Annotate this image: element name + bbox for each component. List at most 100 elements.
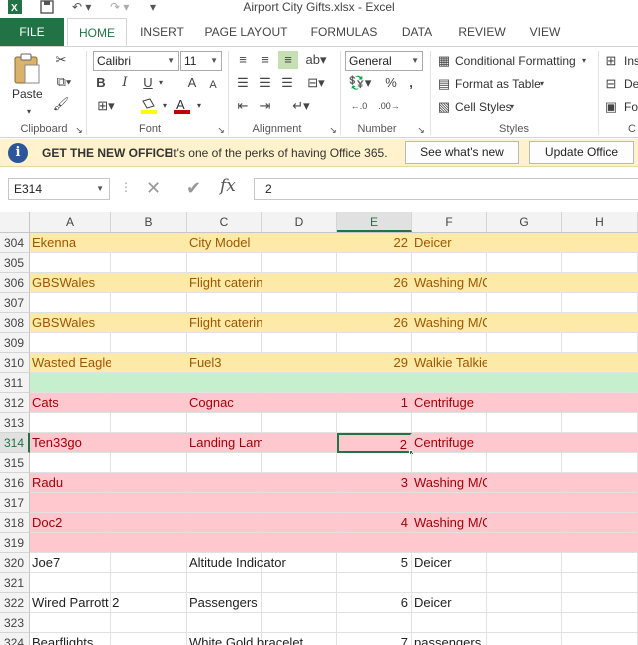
cell-a[interactable]: Joe7: [30, 553, 111, 573]
accounting-format-icon[interactable]: 💱▾: [346, 74, 374, 92]
cell-h[interactable]: [562, 433, 638, 453]
format-as-table-button[interactable]: ▤ Format as Table ▾: [436, 75, 566, 95]
cell-d[interactable]: [262, 313, 337, 333]
bottom-align-icon[interactable]: ≡: [278, 51, 298, 69]
font-color-dropdown-icon[interactable]: ▾: [194, 97, 204, 115]
row-header[interactable]: 319: [0, 533, 30, 553]
cell-d[interactable]: [262, 573, 337, 593]
row-header[interactable]: 316: [0, 473, 30, 493]
cell-a[interactable]: Radu: [30, 473, 111, 493]
cell-d[interactable]: [262, 373, 337, 393]
row-header[interactable]: 306: [0, 273, 30, 293]
cell-c[interactable]: [187, 333, 262, 353]
cell-h[interactable]: [562, 573, 638, 593]
cell-f[interactable]: [412, 293, 487, 313]
cell-c[interactable]: [187, 533, 262, 553]
cell-c[interactable]: [187, 253, 262, 273]
cell-h[interactable]: [562, 333, 638, 353]
delete-cells-button[interactable]: ⊟ De: [604, 75, 638, 95]
comma-style-button[interactable]: ,: [404, 74, 418, 92]
see-whats-new-button[interactable]: See what's new: [405, 141, 519, 164]
fill-color-icon[interactable]: [138, 97, 160, 120]
cell-g[interactable]: [487, 573, 562, 593]
cell-f[interactable]: [412, 453, 487, 473]
cell-b[interactable]: [111, 253, 187, 273]
cell-d[interactable]: [262, 353, 337, 373]
cell-h[interactable]: [562, 513, 638, 533]
cell-g[interactable]: [487, 593, 562, 613]
cell-b[interactable]: [111, 333, 187, 353]
tab-insert[interactable]: INSERT: [134, 18, 190, 46]
cell-h[interactable]: [562, 413, 638, 433]
align-left-icon[interactable]: ☰: [234, 74, 252, 92]
cell-d[interactable]: [262, 413, 337, 433]
column-header-g[interactable]: G: [487, 212, 562, 232]
cell-a[interactable]: Doc2: [30, 513, 111, 533]
cell-h[interactable]: [562, 493, 638, 513]
cell-e[interactable]: 26: [337, 273, 412, 293]
cell-e[interactable]: [337, 413, 412, 433]
row-header[interactable]: 322: [0, 593, 30, 613]
tab-home[interactable]: HOME: [67, 18, 127, 46]
cell-b[interactable]: [111, 353, 187, 373]
align-right-icon[interactable]: ☰: [278, 74, 296, 92]
insert-function-button[interactable]: fx: [220, 176, 236, 196]
cell-a[interactable]: [30, 493, 111, 513]
cell-d[interactable]: [262, 333, 337, 353]
update-office-button[interactable]: Update Office: [529, 141, 634, 164]
alignment-launcher-icon[interactable]: ↘: [328, 121, 338, 139]
top-align-icon[interactable]: ≡: [234, 51, 252, 69]
format-painter-icon[interactable]: 🖌: [52, 95, 70, 113]
cell-b[interactable]: [111, 393, 187, 413]
cell-h[interactable]: [562, 253, 638, 273]
row-header[interactable]: 318: [0, 513, 30, 533]
cell-d[interactable]: [262, 513, 337, 533]
cell-f[interactable]: [412, 533, 487, 553]
row-header[interactable]: 315: [0, 453, 30, 473]
cell-c[interactable]: White Gold bracelet: [187, 633, 303, 645]
row-header[interactable]: 312: [0, 393, 30, 413]
cell-b[interactable]: [111, 613, 187, 633]
row-header[interactable]: 311: [0, 373, 30, 393]
cell-a[interactable]: [30, 453, 111, 473]
underline-dropdown-icon[interactable]: ▾: [156, 74, 166, 92]
cell-b[interactable]: [111, 413, 187, 433]
column-header-a[interactable]: A: [30, 212, 111, 232]
formula-input[interactable]: 2: [254, 178, 638, 200]
cell-h[interactable]: [562, 633, 638, 645]
font-launcher-icon[interactable]: ↘: [216, 121, 226, 139]
cell-g[interactable]: [487, 533, 562, 553]
cell-d[interactable]: [262, 593, 337, 613]
active-cell[interactable]: 2: [337, 433, 412, 453]
cell-a[interactable]: GBSWales: [30, 273, 111, 293]
cell-e[interactable]: [337, 573, 412, 593]
cell-c[interactable]: [187, 373, 262, 393]
cell-e[interactable]: 5: [337, 553, 412, 573]
cell-f[interactable]: Washing M/C: [412, 273, 492, 293]
bold-button[interactable]: B: [93, 74, 109, 92]
cell-g[interactable]: [487, 313, 562, 333]
cell-f[interactable]: [412, 333, 487, 353]
paste-button[interactable]: Paste: [12, 87, 43, 101]
cell-b[interactable]: [111, 273, 187, 293]
column-header-b[interactable]: B: [111, 212, 187, 232]
merge-center-icon[interactable]: ⊟▾: [304, 74, 328, 92]
cell-f[interactable]: [412, 253, 487, 273]
select-all-corner[interactable]: [0, 212, 30, 232]
orientation-icon[interactable]: ab▾: [304, 51, 328, 69]
cell-f[interactable]: Washing M/C: [412, 513, 492, 533]
cell-f[interactable]: passengers: [412, 633, 487, 645]
cell-e[interactable]: [337, 293, 412, 313]
cell-e[interactable]: [337, 253, 412, 273]
cell-g[interactable]: [487, 373, 562, 393]
cell-h[interactable]: [562, 233, 638, 253]
cell-a[interactable]: [30, 373, 111, 393]
cell-b[interactable]: [111, 493, 187, 513]
wrap-text-icon[interactable]: ↵▾: [286, 97, 316, 115]
cell-d[interactable]: [262, 433, 337, 453]
number-format-combo[interactable]: General ▼: [345, 51, 423, 71]
cell-e[interactable]: 7: [337, 633, 412, 645]
cell-f[interactable]: [412, 573, 487, 593]
font-size-combo[interactable]: 11 ▼: [180, 51, 222, 71]
cell-c[interactable]: Cognac: [187, 393, 262, 413]
